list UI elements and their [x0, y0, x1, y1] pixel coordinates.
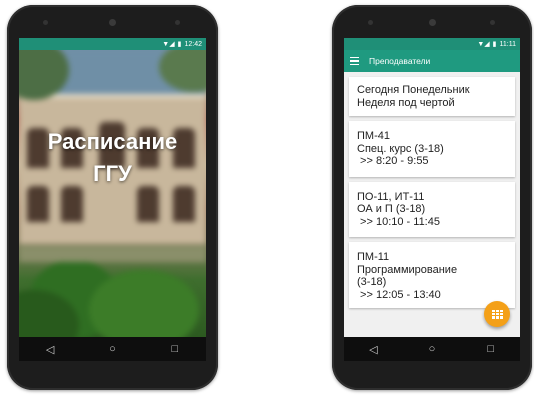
- home-icon[interactable]: ○: [100, 343, 124, 355]
- calendar-grid-icon: [491, 309, 503, 319]
- list-item[interactable]: ПО-11, ИТ-11 ОА и П (3-18) >> 10:10 - 11…: [349, 181, 515, 237]
- signal-icon: ▼◢: [162, 41, 175, 48]
- list-item[interactable]: ПМ-11 Программирование (3-18) >> 12:05 -…: [349, 242, 515, 308]
- front-sensor-right: [175, 20, 180, 25]
- card-line: ПМ-41: [357, 130, 390, 142]
- navigation-bar: ◁ ○ □: [19, 337, 206, 361]
- card-line: (3-18): [357, 276, 387, 288]
- menu-icon[interactable]: [350, 57, 359, 65]
- card-line: Спец. курс (3-18): [357, 142, 444, 155]
- front-camera: [109, 19, 116, 26]
- splash-title: Расписание ГГУ: [19, 126, 206, 190]
- phone-right: ▼◢ ▮ 11:11 Преподаватели Сегодня Понедел…: [332, 5, 532, 390]
- status-bar: ▼◢ ▮ 11:11: [344, 38, 520, 50]
- home-icon[interactable]: ○: [420, 343, 444, 355]
- calendar-fab-button[interactable]: [484, 301, 510, 327]
- list-item[interactable]: Сегодня Понедельник Неделя под чертой: [349, 77, 515, 116]
- list-item[interactable]: ПМ-41 Спец. курс (3-18) >> 8:20 - 9:55: [349, 121, 515, 177]
- schedule-list: Сегодня Понедельник Неделя под чертой ПМ…: [344, 72, 520, 337]
- app-bar-title: Преподаватели: [369, 56, 431, 66]
- screen-schedule: ▼◢ ▮ 11:11 Преподаватели Сегодня Понедел…: [344, 38, 520, 361]
- card-line: ПМ-11: [357, 251, 390, 263]
- card-line: ОА и П (3-18): [357, 203, 426, 215]
- card-line: Сегодня Понедельник: [357, 84, 470, 96]
- app-bar: Преподаватели: [344, 50, 520, 72]
- front-sensor: [43, 20, 48, 25]
- back-icon[interactable]: ◁: [38, 343, 62, 356]
- battery-icon: ▮: [177, 41, 182, 48]
- card-line: >> 10:10 - 11:45: [357, 215, 440, 228]
- card-line: >> 12:05 - 13:40: [357, 288, 441, 301]
- card-line: Программирование: [357, 263, 458, 276]
- status-bar: ▼◢ ▮ 12:42: [19, 38, 206, 50]
- splash-background-image: [19, 50, 206, 337]
- battery-icon: ▮: [492, 41, 497, 48]
- status-time: 12:42: [184, 40, 202, 48]
- card-line: Неделя под чертой: [357, 96, 455, 109]
- signal-icon: ▼◢: [477, 41, 490, 48]
- card-line: >> 8:20 - 9:55: [357, 155, 429, 167]
- card-line: ПО-11, ИТ-11: [357, 190, 425, 203]
- recent-apps-icon[interactable]: □: [163, 343, 187, 355]
- status-time: 11:11: [499, 40, 516, 48]
- navigation-bar: ◁ ○ □: [344, 337, 520, 361]
- splash-title-line1: Расписание: [47, 129, 178, 154]
- recent-apps-icon[interactable]: □: [479, 343, 503, 355]
- phone-left: ▼◢ ▮ 12:42 Расписание ГГУ ◁ ○ □: [7, 5, 218, 390]
- screen-splash: ▼◢ ▮ 12:42 Расписание ГГУ ◁ ○ □: [19, 38, 206, 361]
- front-camera: [429, 19, 436, 26]
- back-icon[interactable]: ◁: [361, 343, 385, 356]
- front-sensor-right: [490, 20, 495, 25]
- splash-title-line2: ГГУ: [93, 161, 132, 186]
- front-sensor: [368, 20, 373, 25]
